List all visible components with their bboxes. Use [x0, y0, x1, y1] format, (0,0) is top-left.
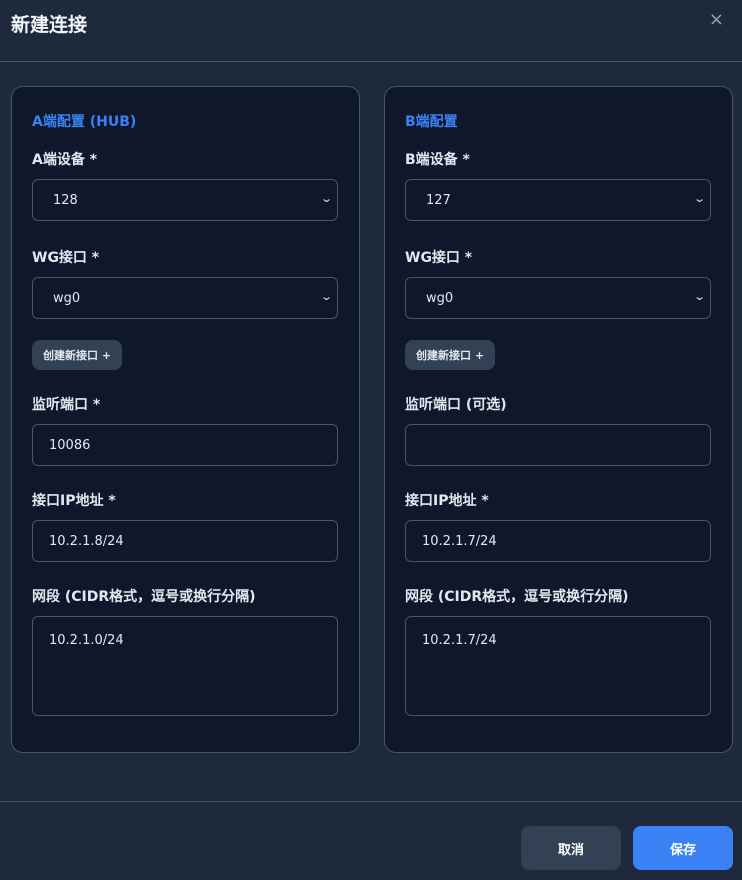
- b-port-input[interactable]: [405, 424, 711, 466]
- a-panel-title: A端配置 (HUB): [32, 111, 339, 131]
- a-cidr-textarea[interactable]: 10.2.1.0/24: [32, 616, 338, 716]
- dialog-footer-divider: [0, 801, 742, 802]
- chevron-down-icon: ⌄: [320, 192, 333, 205]
- a-device-label: A端设备 *: [32, 149, 339, 169]
- b-ip-input[interactable]: 10.2.1.7/24: [405, 520, 711, 562]
- b-wg-label: WG接口 *: [405, 247, 712, 267]
- dialog-header: 新建连接 ×: [0, 0, 742, 62]
- b-wg-select[interactable]: wg0 ⌄: [405, 277, 711, 319]
- b-cidr-textarea[interactable]: 10.2.1.7/24: [405, 616, 711, 716]
- a-side-panel: A端配置 (HUB) A端设备 * 128 ⌄ WG接口 * wg0 ⌄ 创建新接口…: [11, 86, 360, 753]
- cancel-button[interactable]: 取消: [521, 826, 621, 870]
- b-device-label: B端设备 *: [405, 149, 712, 169]
- a-cidr-label: 网段 (CIDR格式，逗号或换行分隔): [32, 586, 339, 606]
- b-side-panel: B端配置 B端设备 * 127 ⌄ WG接口 * wg0 ⌄ 创建新接口 + 监听端…: [384, 86, 733, 753]
- a-device-value: 128: [53, 193, 78, 208]
- a-device-select[interactable]: 128 ⌄: [32, 179, 338, 221]
- chevron-down-icon: ⌄: [320, 290, 333, 303]
- a-ip-input[interactable]: 10.2.1.8/24: [32, 520, 338, 562]
- b-device-value: 127: [426, 193, 451, 208]
- a-wg-value: wg0: [53, 291, 80, 306]
- b-ip-label: 接口IP地址 *: [405, 490, 712, 510]
- chevron-down-icon: ⌄: [693, 192, 706, 205]
- b-port-label: 监听端口 (可选): [405, 394, 712, 414]
- dialog-title: 新建连接: [11, 10, 87, 37]
- chevron-down-icon: ⌄: [693, 290, 706, 303]
- b-cidr-label: 网段 (CIDR格式，逗号或换行分隔): [405, 586, 712, 606]
- save-button[interactable]: 保存: [633, 826, 733, 870]
- close-icon[interactable]: ×: [709, 9, 724, 30]
- b-wg-value: wg0: [426, 291, 453, 306]
- a-port-input[interactable]: 10086: [32, 424, 338, 466]
- b-create-interface-button[interactable]: 创建新接口 +: [405, 340, 495, 370]
- a-create-interface-button[interactable]: 创建新接口 +: [32, 340, 122, 370]
- b-panel-title: B端配置: [405, 111, 712, 131]
- a-ip-label: 接口IP地址 *: [32, 490, 339, 510]
- a-port-label: 监听端口 *: [32, 394, 339, 414]
- a-wg-select[interactable]: wg0 ⌄: [32, 277, 338, 319]
- b-device-select[interactable]: 127 ⌄: [405, 179, 711, 221]
- a-wg-label: WG接口 *: [32, 247, 339, 267]
